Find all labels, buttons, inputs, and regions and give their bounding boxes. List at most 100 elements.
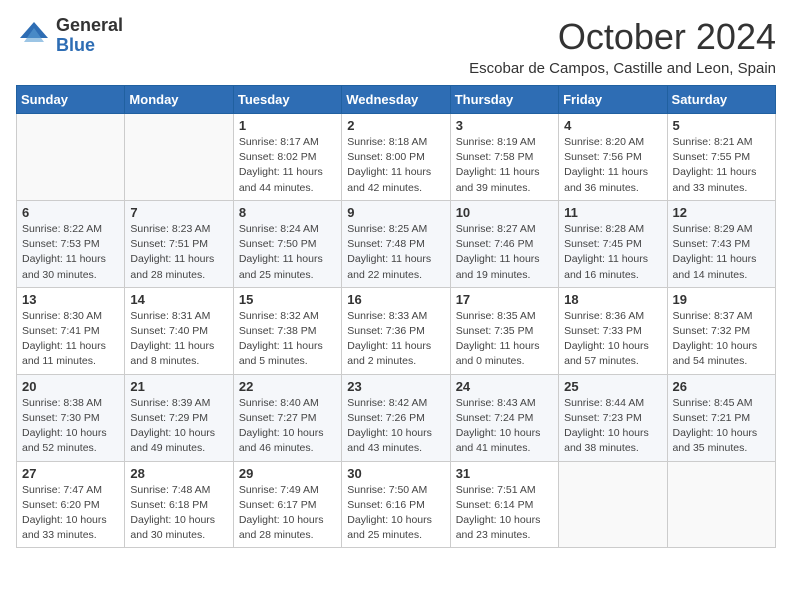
calendar-cell: 2Sunrise: 8:18 AMSunset: 8:00 PMDaylight… bbox=[342, 114, 450, 201]
day-info: Sunrise: 8:18 AMSunset: 8:00 PMDaylight:… bbox=[347, 135, 444, 196]
calendar-cell: 20 Sunrise: 8:38 AMSunset: 7:30 PMDayligh… bbox=[17, 374, 125, 461]
calendar-cell: 22 Sunrise: 8:40 AMSunset: 7:27 PMDayligh… bbox=[233, 374, 341, 461]
calendar-cell: 27Sunrise: 7:47 AMSunset: 6:20 PMDayligh… bbox=[17, 461, 125, 548]
day-info: Sunrise: 8:24 AMSunset: 7:50 PMDaylight:… bbox=[239, 222, 336, 283]
day-info: Sunrise: 8:36 AMSunset: 7:33 PMDaylight:… bbox=[564, 309, 661, 370]
day-info: Sunrise: 8:25 AMSunset: 7:48 PMDaylight:… bbox=[347, 222, 444, 283]
day-info: Sunrise: 7:49 AMSunset: 6:17 PMDaylight:… bbox=[239, 483, 336, 544]
day-info: Sunrise: 8:40 AMSunset: 7:27 PMDaylight:… bbox=[239, 396, 336, 457]
day-number: 22 bbox=[239, 379, 336, 394]
calendar-cell bbox=[125, 114, 233, 201]
calendar-cell: 9 Sunrise: 8:25 AMSunset: 7:48 PMDaylight… bbox=[342, 200, 450, 287]
day-info: Sunrise: 8:23 AMSunset: 7:51 PMDaylight:… bbox=[130, 222, 227, 283]
calendar-week-row: 20 Sunrise: 8:38 AMSunset: 7:30 PMDayligh… bbox=[17, 374, 776, 461]
calendar-cell: 16Sunrise: 8:33 AMSunset: 7:36 PMDayligh… bbox=[342, 287, 450, 374]
day-number: 6 bbox=[22, 205, 119, 220]
day-info: Sunrise: 7:48 AMSunset: 6:18 PMDaylight:… bbox=[130, 483, 227, 544]
day-number: 18 bbox=[564, 292, 661, 307]
logo-general-text: General bbox=[56, 16, 123, 36]
calendar-week-row: 6Sunrise: 8:22 AMSunset: 7:53 PMDaylight… bbox=[17, 200, 776, 287]
calendar-cell bbox=[17, 114, 125, 201]
day-number: 5 bbox=[673, 118, 770, 133]
day-info: Sunrise: 8:42 AMSunset: 7:26 PMDaylight:… bbox=[347, 396, 444, 457]
day-info: Sunrise: 8:17 AMSunset: 8:02 PMDaylight:… bbox=[239, 135, 336, 196]
calendar-cell: 1 Sunrise: 8:17 AMSunset: 8:02 PMDaylight… bbox=[233, 114, 341, 201]
logo: General Blue bbox=[16, 16, 123, 56]
calendar-table: SundayMondayTuesdayWednesdayThursdayFrid… bbox=[16, 85, 776, 548]
calendar-cell: 18 Sunrise: 8:36 AMSunset: 7:33 PMDayligh… bbox=[559, 287, 667, 374]
day-number: 4 bbox=[564, 118, 661, 133]
day-info: Sunrise: 8:32 AMSunset: 7:38 PMDaylight:… bbox=[239, 309, 336, 370]
day-info: Sunrise: 8:28 AMSunset: 7:45 PMDaylight:… bbox=[564, 222, 661, 283]
calendar-weekday-tuesday: Tuesday bbox=[233, 86, 341, 114]
day-number: 30 bbox=[347, 466, 444, 481]
calendar-header-row: SundayMondayTuesdayWednesdayThursdayFrid… bbox=[17, 86, 776, 114]
calendar-cell: 3 Sunrise: 8:19 AMSunset: 7:58 PMDaylight… bbox=[450, 114, 558, 201]
day-number: 29 bbox=[239, 466, 336, 481]
calendar-weekday-thursday: Thursday bbox=[450, 86, 558, 114]
day-number: 10 bbox=[456, 205, 553, 220]
day-number: 1 bbox=[239, 118, 336, 133]
day-info: Sunrise: 8:38 AMSunset: 7:30 PMDaylight:… bbox=[22, 396, 119, 457]
calendar-cell: 4 Sunrise: 8:20 AMSunset: 7:56 PMDaylight… bbox=[559, 114, 667, 201]
day-info: Sunrise: 8:45 AMSunset: 7:21 PMDaylight:… bbox=[673, 396, 770, 457]
page-header: General Blue October 2024 Escobar de Cam… bbox=[16, 16, 776, 77]
calendar-cell: 31Sunrise: 7:51 AMSunset: 6:14 PMDayligh… bbox=[450, 461, 558, 548]
calendar-cell: 7 Sunrise: 8:23 AMSunset: 7:51 PMDaylight… bbox=[125, 200, 233, 287]
day-info: Sunrise: 8:29 AMSunset: 7:43 PMDaylight:… bbox=[673, 222, 770, 283]
day-info: Sunrise: 8:20 AMSunset: 7:56 PMDaylight:… bbox=[564, 135, 661, 196]
day-info: Sunrise: 8:31 AMSunset: 7:40 PMDaylight:… bbox=[130, 309, 227, 370]
calendar-cell: 23Sunrise: 8:42 AMSunset: 7:26 PMDayligh… bbox=[342, 374, 450, 461]
calendar-cell: 21 Sunrise: 8:39 AMSunset: 7:29 PMDayligh… bbox=[125, 374, 233, 461]
calendar-weekday-monday: Monday bbox=[125, 86, 233, 114]
calendar-cell: 6Sunrise: 8:22 AMSunset: 7:53 PMDaylight… bbox=[17, 200, 125, 287]
calendar-cell bbox=[667, 461, 775, 548]
calendar-cell: 28 Sunrise: 7:48 AMSunset: 6:18 PMDayligh… bbox=[125, 461, 233, 548]
day-info: Sunrise: 8:43 AMSunset: 7:24 PMDaylight:… bbox=[456, 396, 553, 457]
day-info: Sunrise: 7:50 AMSunset: 6:16 PMDaylight:… bbox=[347, 483, 444, 544]
day-number: 9 bbox=[347, 205, 444, 220]
calendar-cell: 19Sunrise: 8:37 AMSunset: 7:32 PMDayligh… bbox=[667, 287, 775, 374]
calendar-week-row: 27Sunrise: 7:47 AMSunset: 6:20 PMDayligh… bbox=[17, 461, 776, 548]
day-number: 11 bbox=[564, 205, 661, 220]
calendar-cell: 26Sunrise: 8:45 AMSunset: 7:21 PMDayligh… bbox=[667, 374, 775, 461]
day-number: 13 bbox=[22, 292, 119, 307]
logo-blue-text: Blue bbox=[56, 36, 123, 56]
day-number: 3 bbox=[456, 118, 553, 133]
day-info: Sunrise: 7:51 AMSunset: 6:14 PMDaylight:… bbox=[456, 483, 553, 544]
day-info: Sunrise: 8:39 AMSunset: 7:29 PMDaylight:… bbox=[130, 396, 227, 457]
calendar-cell: 29 Sunrise: 7:49 AMSunset: 6:17 PMDayligh… bbox=[233, 461, 341, 548]
day-number: 15 bbox=[239, 292, 336, 307]
day-number: 14 bbox=[130, 292, 227, 307]
day-info: Sunrise: 7:47 AMSunset: 6:20 PMDaylight:… bbox=[22, 483, 119, 544]
day-info: Sunrise: 8:27 AMSunset: 7:46 PMDaylight:… bbox=[456, 222, 553, 283]
day-number: 20 bbox=[22, 379, 119, 394]
calendar-cell: 14 Sunrise: 8:31 AMSunset: 7:40 PMDayligh… bbox=[125, 287, 233, 374]
day-info: Sunrise: 8:30 AMSunset: 7:41 PMDaylight:… bbox=[22, 309, 119, 370]
day-number: 8 bbox=[239, 205, 336, 220]
calendar-cell: 5 Sunrise: 8:21 AMSunset: 7:55 PMDaylight… bbox=[667, 114, 775, 201]
calendar-week-row: 13 Sunrise: 8:30 AMSunset: 7:41 PMDayligh… bbox=[17, 287, 776, 374]
title-block: October 2024 Escobar de Campos, Castille… bbox=[469, 16, 776, 77]
day-info: Sunrise: 8:37 AMSunset: 7:32 PMDaylight:… bbox=[673, 309, 770, 370]
day-number: 24 bbox=[456, 379, 553, 394]
calendar-cell: 25Sunrise: 8:44 AMSunset: 7:23 PMDayligh… bbox=[559, 374, 667, 461]
calendar-cell: 11 Sunrise: 8:28 AMSunset: 7:45 PMDayligh… bbox=[559, 200, 667, 287]
calendar-weekday-saturday: Saturday bbox=[667, 86, 775, 114]
day-info: Sunrise: 8:21 AMSunset: 7:55 PMDaylight:… bbox=[673, 135, 770, 196]
day-info: Sunrise: 8:19 AMSunset: 7:58 PMDaylight:… bbox=[456, 135, 553, 196]
month-title: October 2024 bbox=[469, 16, 776, 58]
day-info: Sunrise: 8:35 AMSunset: 7:35 PMDaylight:… bbox=[456, 309, 553, 370]
day-number: 28 bbox=[130, 466, 227, 481]
logo-icon bbox=[16, 18, 52, 54]
calendar-cell: 17Sunrise: 8:35 AMSunset: 7:35 PMDayligh… bbox=[450, 287, 558, 374]
day-info: Sunrise: 8:33 AMSunset: 7:36 PMDaylight:… bbox=[347, 309, 444, 370]
day-number: 21 bbox=[130, 379, 227, 394]
location-title: Escobar de Campos, Castille and Leon, Sp… bbox=[469, 60, 776, 77]
calendar-cell: 12Sunrise: 8:29 AMSunset: 7:43 PMDayligh… bbox=[667, 200, 775, 287]
day-info: Sunrise: 8:44 AMSunset: 7:23 PMDaylight:… bbox=[564, 396, 661, 457]
calendar-cell: 30 Sunrise: 7:50 AMSunset: 6:16 PMDayligh… bbox=[342, 461, 450, 548]
calendar-weekday-friday: Friday bbox=[559, 86, 667, 114]
calendar-cell: 10 Sunrise: 8:27 AMSunset: 7:46 PMDayligh… bbox=[450, 200, 558, 287]
day-number: 7 bbox=[130, 205, 227, 220]
